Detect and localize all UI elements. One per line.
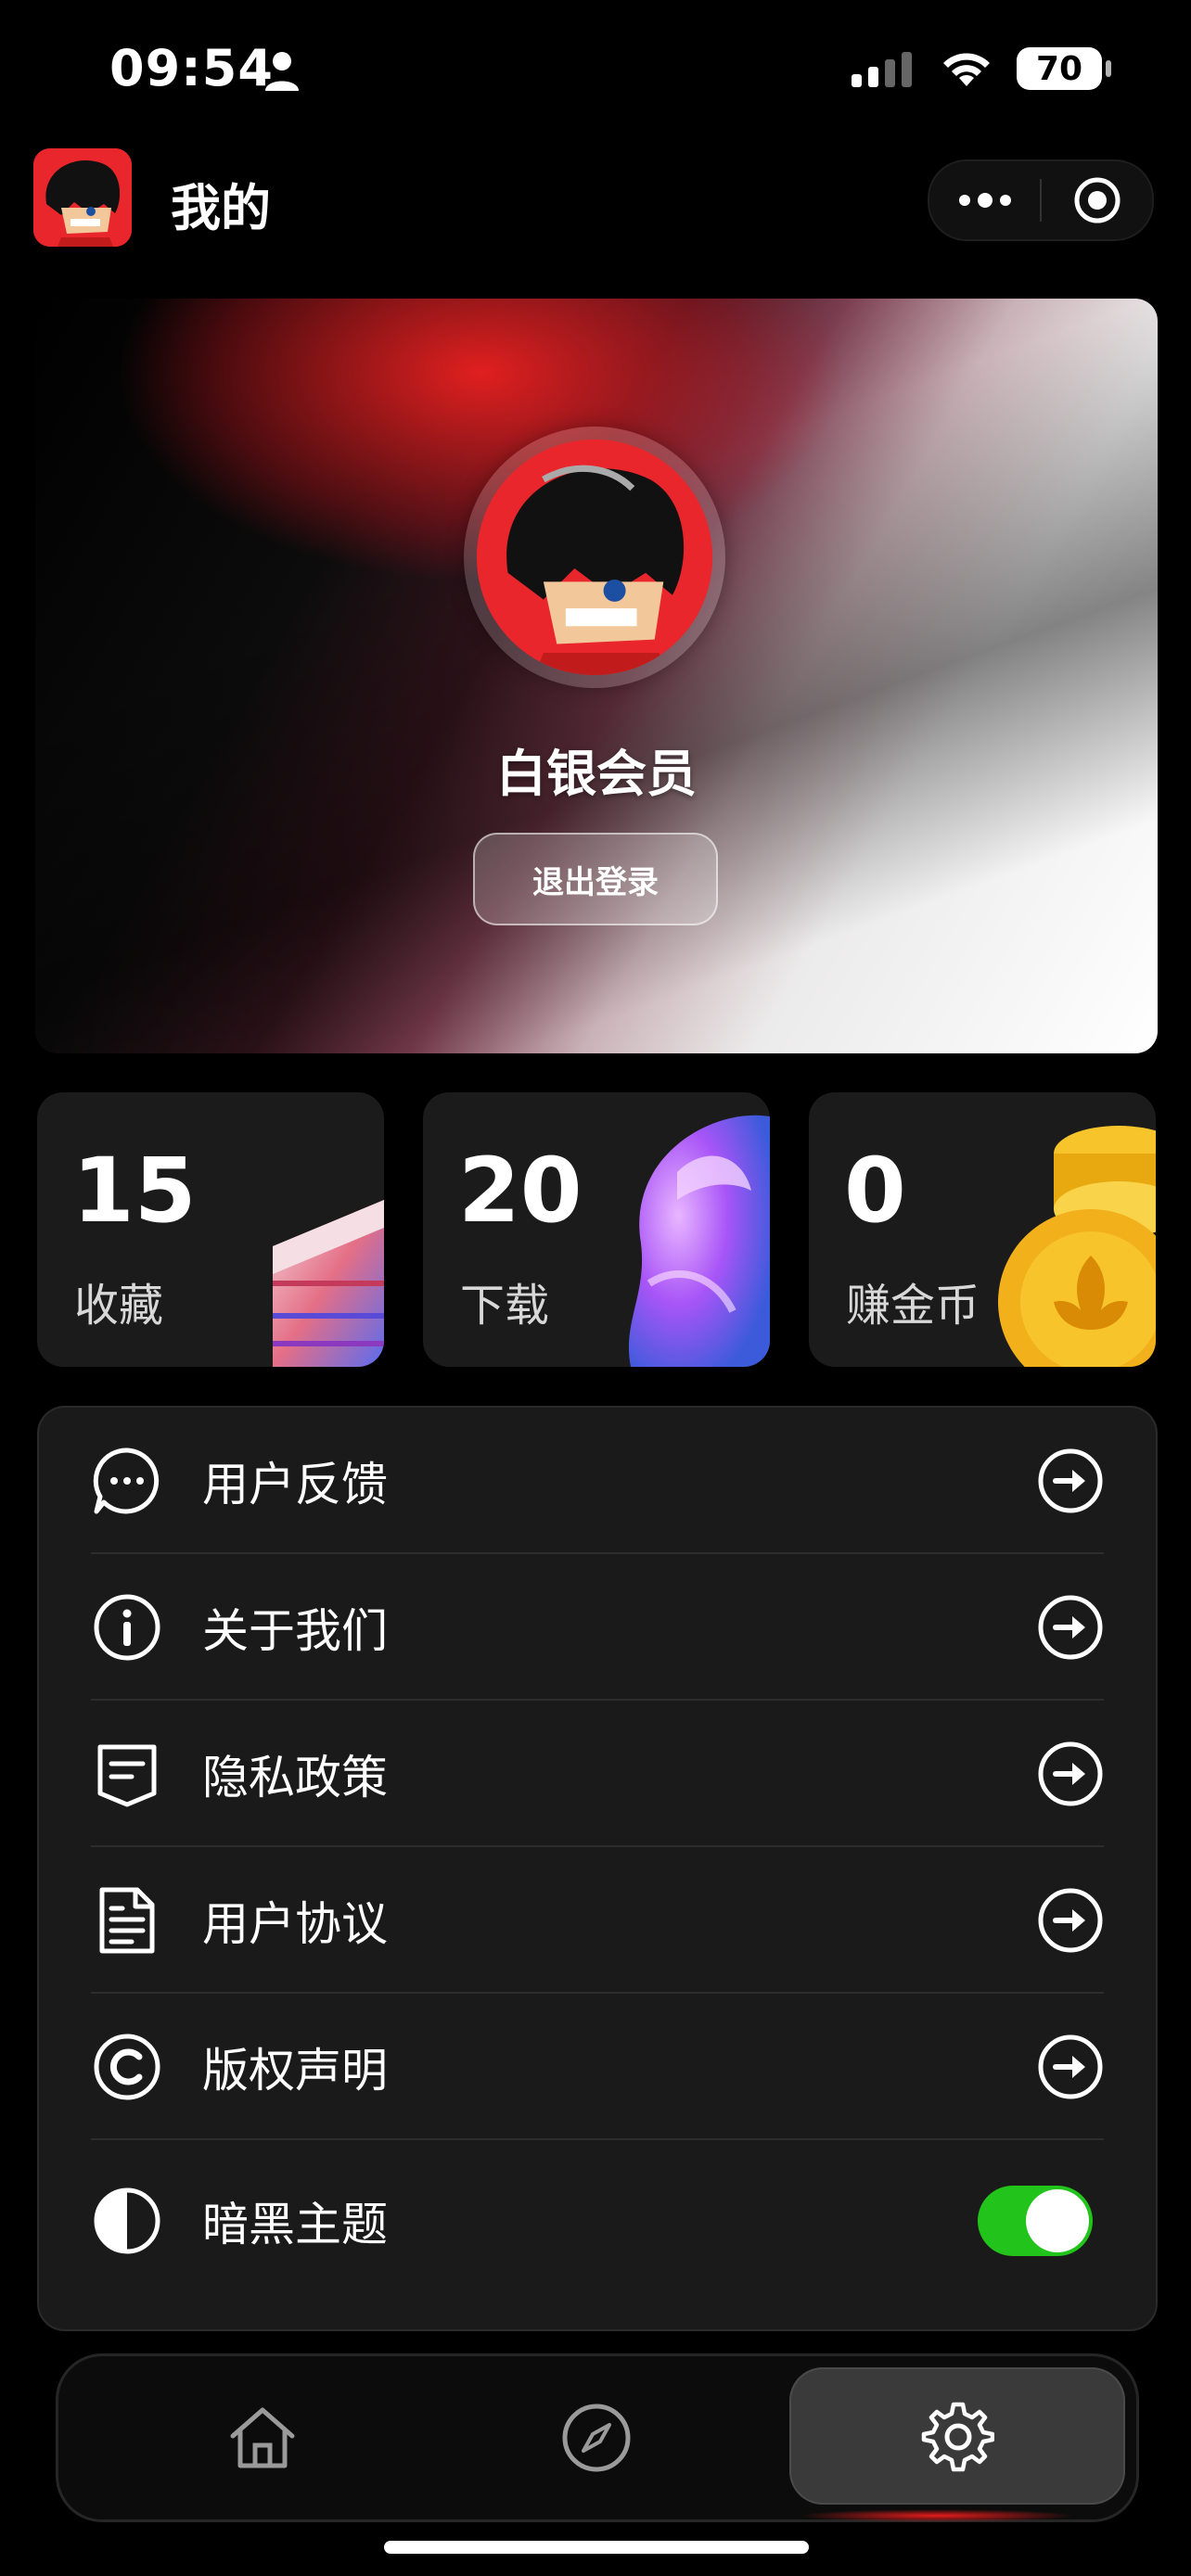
menu-item-label: 隐私政策 [202,1751,388,1804]
home-icon [230,2407,295,2468]
menu-item-agreement[interactable]: 用户协议 [91,1847,1104,1994]
stat-card-coins[interactable]: 0 赚金币 [809,1092,1156,1367]
home-indicator [384,2541,809,2554]
contrast-icon [94,2187,160,2254]
profile-avatar[interactable] [477,440,712,675]
logout-button[interactable]: 退出登录 [473,833,718,925]
toggle-knob [1026,2189,1089,2252]
menu-item-about[interactable]: 关于我们 [91,1554,1104,1701]
more-dots-icon [958,193,1011,208]
stat-label: 下载 [460,1280,550,1332]
profile-card: 白银会员 退出登录 [35,299,1158,1053]
tab-settings[interactable] [789,2367,1125,2505]
copyright-icon [94,2034,160,2100]
bottom-tab-bar [56,2353,1139,2522]
menu-item-label: 用户协议 [202,1897,388,1951]
glossy-orb-illustration [628,1115,770,1367]
stat-value: 0 [844,1139,906,1243]
stats-row: 15 收藏 20 下载 0 赚金币 [37,1092,1156,1367]
menu-item-feedback[interactable]: 用户反馈 [91,1408,1104,1554]
battery-indicator: 70 [1017,47,1111,90]
stat-value: 20 [458,1139,583,1243]
avatar-image [33,148,132,247]
stat-label: 赚金币 [846,1280,980,1332]
policy-document-icon [97,1744,157,1807]
status-indicators: 70 [852,41,1111,96]
menu-item-copyright[interactable]: 版权声明 [91,1994,1104,2140]
gold-coins-illustration [998,1126,1156,1367]
profile-avatar-ring [464,427,725,688]
status-bar: 09:54 70 [0,0,1191,139]
arrow-right-circle-icon [1038,1595,1103,1660]
tab-discover[interactable] [429,2356,763,2519]
stat-label: 收藏 [74,1280,164,1332]
settings-menu: 用户反馈 关于我们 隐私政策 用户协议 版权声明 暗黑主题 [37,1406,1158,2331]
menu-item-label: 版权声明 [202,2044,388,2098]
page-title: 我的 [171,179,271,237]
mini-program-capsule [928,159,1154,241]
info-icon [94,1594,160,1661]
app-header: 我的 [0,139,1191,260]
gear-icon [921,2402,994,2472]
arrow-right-circle-icon [1038,1448,1103,1513]
dark-theme-toggle[interactable] [978,2186,1093,2256]
active-tab-glow [798,2509,1076,2522]
chat-bubble-icon [93,1447,160,1514]
member-level: 白银会员 [496,745,697,803]
person-icon [265,52,299,91]
stat-card-favorites[interactable]: 15 收藏 [37,1092,384,1367]
compass-icon [562,2404,631,2472]
status-time: 09:54 [109,39,274,97]
stat-value: 15 [72,1139,197,1243]
close-button[interactable] [1042,161,1152,239]
menu-item-privacy[interactable]: 隐私政策 [91,1701,1104,1847]
wifi-icon [943,53,990,86]
menu-item-dark-theme: 暗黑主题 [91,2140,1104,2302]
stacked-books-illustration [273,1200,384,1367]
menu-item-label: 用户反馈 [202,1458,388,1511]
tab-home[interactable] [96,2356,429,2519]
menu-item-label: 暗黑主题 [202,2198,388,2251]
more-button[interactable] [929,161,1040,239]
signal-icon [852,52,912,87]
app-avatar[interactable] [33,148,132,247]
menu-item-label: 关于我们 [202,1604,388,1658]
arrow-right-circle-icon [1038,2034,1103,2099]
avatar-image [477,440,712,675]
stat-card-downloads[interactable]: 20 下载 [423,1092,770,1367]
target-close-icon [1074,177,1120,223]
agreement-document-icon [99,1887,155,1954]
arrow-right-circle-icon [1038,1888,1103,1953]
arrow-right-circle-icon [1038,1741,1103,1806]
